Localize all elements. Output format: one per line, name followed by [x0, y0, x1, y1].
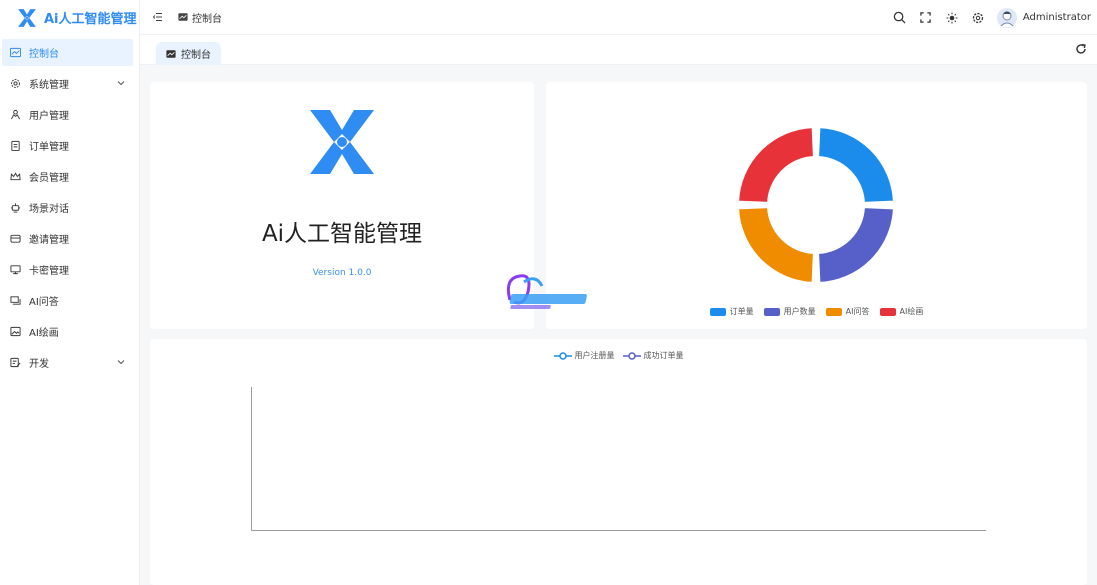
sidebar-item-ai-qa[interactable]: AI问答 — [2, 287, 133, 314]
ring-slice[interactable] — [817, 126, 895, 204]
sidebar-item-dashboard[interactable]: 控制台 — [2, 39, 133, 66]
gear-icon — [10, 78, 21, 89]
sidebar-item-label: 订单管理 — [29, 142, 69, 153]
user-avatar-icon — [999, 11, 1015, 27]
trend-line-card: 用户注册量 成功订单量 — [150, 339, 1087, 585]
header-actions: Administrator — [893, 0, 1091, 35]
stats-ring-legend: 订单量 用户数量 AI问答 AI绘画 — [546, 306, 1087, 317]
crown-icon — [10, 171, 21, 182]
legend-swatch — [825, 307, 842, 316]
sidebar-item-label: 场景对话 — [29, 204, 69, 215]
sidebar-item-label: 系统管理 — [29, 80, 69, 91]
refresh-icon[interactable] — [1075, 43, 1087, 55]
sidebar-item-ai-draw[interactable]: AI绘画 — [2, 318, 133, 345]
image-icon — [10, 326, 21, 337]
sidebar-item-members[interactable]: 会员管理 — [2, 163, 133, 190]
sidebar: Ai人工智能管理 控制台 系统管理 用户管理 订单管理 会员管理 场景对话 邀请… — [0, 0, 140, 585]
ring-slice[interactable] — [737, 206, 815, 284]
app-title: Ai人工智能管理 — [261, 221, 423, 247]
dashboard-icon — [10, 47, 21, 58]
legend-item-orders[interactable]: 订单量 — [709, 306, 754, 317]
sidebar-item-label: 卡密管理 — [29, 266, 69, 277]
dev-icon — [10, 357, 21, 368]
username[interactable]: Administrator — [1023, 12, 1091, 23]
chat-icon — [10, 295, 21, 306]
app-logo-icon — [310, 110, 374, 174]
sidebar-item-label: 邀请管理 — [29, 235, 69, 246]
settings-icon[interactable] — [971, 11, 985, 25]
sidebar-item-label: 开发 — [29, 359, 49, 370]
chevron-down-icon — [117, 360, 125, 365]
card-icon — [10, 264, 21, 275]
stats-ring-chart — [737, 126, 895, 284]
dashboard-icon — [178, 13, 188, 21]
app-version: Version 1.0.0 — [312, 268, 372, 278]
users-icon — [10, 109, 21, 120]
ring-slice[interactable] — [737, 126, 815, 204]
trend-line-chart — [251, 387, 986, 531]
brand-logo-icon — [18, 8, 36, 27]
sidebar-item-cards[interactable]: 卡密管理 — [2, 256, 133, 283]
sidebar-item-label: AI绘画 — [29, 328, 59, 339]
breadcrumb: 控制台 — [178, 10, 222, 25]
sidebar-item-users[interactable]: 用户管理 — [2, 101, 133, 128]
search-icon[interactable] — [893, 11, 907, 25]
legend-item-ai-draw[interactable]: AI绘画 — [879, 306, 924, 317]
legend-item-ai-qa[interactable]: AI问答 — [825, 306, 870, 317]
sidebar-item-label: 控制台 — [29, 49, 59, 60]
brand[interactable]: Ai人工智能管理 — [0, 0, 139, 35]
dashboard-icon — [166, 49, 176, 58]
brand-title: Ai人工智能管理 — [44, 12, 137, 27]
tab-dashboard[interactable]: 控制台 — [156, 42, 221, 65]
legend-label: AI绘画 — [899, 307, 924, 316]
sidebar-menu: 控制台 系统管理 用户管理 订单管理 会员管理 场景对话 邀请管理 卡密管理 A… — [0, 39, 139, 376]
legend-item-users[interactable]: 用户数量 — [763, 306, 816, 317]
sidebar-item-dev[interactable]: 开发 — [2, 349, 133, 376]
legend-label: AI问答 — [845, 307, 870, 316]
sidebar-item-system[interactable]: 系统管理 — [2, 70, 133, 97]
tab-label: 控制台 — [181, 50, 211, 61]
sidebar-item-label: AI问答 — [29, 297, 59, 308]
avatar[interactable] — [996, 7, 1017, 28]
legend-label: 订单量 — [729, 307, 754, 316]
legend-swatch — [763, 307, 780, 316]
tab-bar: 控制台 — [140, 35, 1097, 65]
chevron-down-icon — [117, 81, 125, 86]
watermark-logo-icon — [506, 274, 587, 309]
sidebar-item-label: 用户管理 — [29, 111, 69, 122]
invite-icon — [10, 233, 21, 244]
app-info-card: Ai人工智能管理 Version 1.0.0 — [150, 82, 534, 329]
breadcrumb-label: 控制台 — [192, 13, 222, 25]
ring-slice[interactable] — [817, 206, 895, 284]
stats-ring-card: 订单量 用户数量 AI问答 AI绘画 — [546, 82, 1087, 329]
sidebar-item-label: 会员管理 — [29, 173, 69, 184]
legend-swatch — [879, 307, 896, 316]
fullscreen-icon[interactable] — [919, 11, 933, 25]
menu-fold-icon — [153, 13, 162, 21]
sidebar-item-scenes[interactable]: 场景对话 — [2, 194, 133, 221]
orders-icon — [10, 140, 21, 151]
legend-swatch — [709, 307, 726, 316]
robot-icon — [10, 202, 21, 213]
theme-sun-icon[interactable] — [945, 11, 959, 25]
top-header: 控制台 Administrator — [140, 0, 1097, 35]
sidebar-item-invites[interactable]: 邀请管理 — [2, 225, 133, 252]
legend-label: 用户数量 — [783, 307, 816, 316]
sidebar-item-orders[interactable]: 订单管理 — [2, 132, 133, 159]
collapse-sidebar-button[interactable] — [146, 12, 170, 22]
